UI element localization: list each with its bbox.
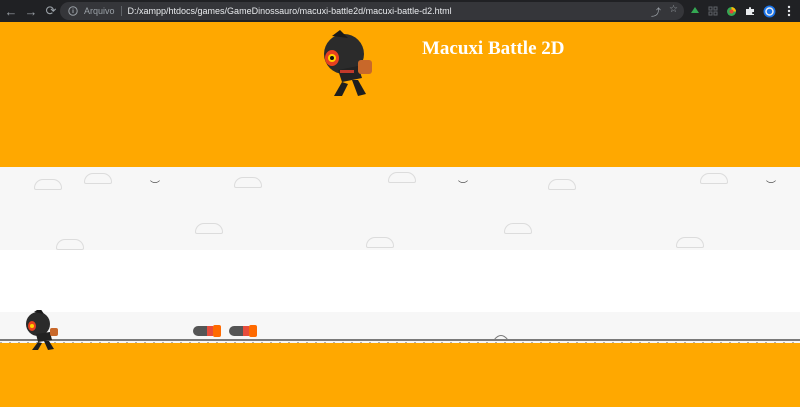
cloud-icon: [388, 172, 416, 183]
cloud-icon: [84, 173, 112, 184]
ground-texture: [0, 342, 800, 343]
address-separator: [120, 6, 122, 16]
puzzle-extension-icon[interactable]: [743, 3, 757, 19]
bird-icon: ︶: [458, 181, 468, 192]
forward-arrow-icon: →: [24, 3, 38, 19]
bird-icon: ︶: [766, 181, 776, 192]
back-button[interactable]: ←: [2, 2, 20, 20]
colorful-extension-icon[interactable]: [724, 3, 738, 19]
cloud-icon: [234, 177, 262, 188]
player-ninja-sprite: [26, 310, 58, 350]
cloud-icon: [676, 237, 704, 248]
game-canvas[interactable]: ︶ ︶ ︶: [0, 167, 800, 343]
cloud-icon: [366, 237, 394, 248]
sky-band: [0, 250, 800, 312]
green-arrow-extension-icon[interactable]: [688, 3, 702, 19]
cloud-icon: [504, 223, 532, 234]
ground-bump: [494, 335, 508, 341]
forward-button[interactable]: →: [22, 2, 40, 20]
menu-kebab-icon[interactable]: [782, 3, 796, 19]
ninja-logo-image: [324, 30, 372, 96]
bookmark-star-icon[interactable]: ☆: [669, 4, 678, 19]
back-arrow-icon: ←: [4, 3, 18, 19]
reload-button[interactable]: ⟳: [42, 2, 60, 20]
share-icon[interactable]: ⤴: [651, 4, 661, 19]
cloud-icon: [700, 173, 728, 184]
url-text[interactable]: D:/xampp/htdocs/games/GameDinossauro/mac…: [128, 6, 452, 16]
grid-extension-icon[interactable]: [706, 3, 720, 19]
cloud-icon: [56, 239, 84, 250]
ground-line: [0, 339, 800, 341]
bullet-projectile: [193, 325, 221, 337]
cloud-icon: [548, 179, 576, 190]
browser-toolbar: ← → ⟳ Arquivo D:/xampp/htdocs/games/Game…: [0, 0, 800, 22]
profile-avatar-icon[interactable]: [762, 3, 776, 19]
cloud-icon: [34, 179, 62, 190]
address-bar[interactable]: Arquivo D:/xampp/htdocs/games/GameDinoss…: [60, 2, 684, 20]
bullet-projectile: [229, 325, 257, 337]
scheme-label: Arquivo: [84, 6, 115, 16]
info-icon[interactable]: [66, 4, 80, 18]
reload-icon: ⟳: [45, 3, 57, 18]
page-title: Macuxi Battle 2D: [422, 38, 565, 59]
cloud-icon: [195, 223, 223, 234]
bird-icon: ︶: [150, 181, 160, 192]
